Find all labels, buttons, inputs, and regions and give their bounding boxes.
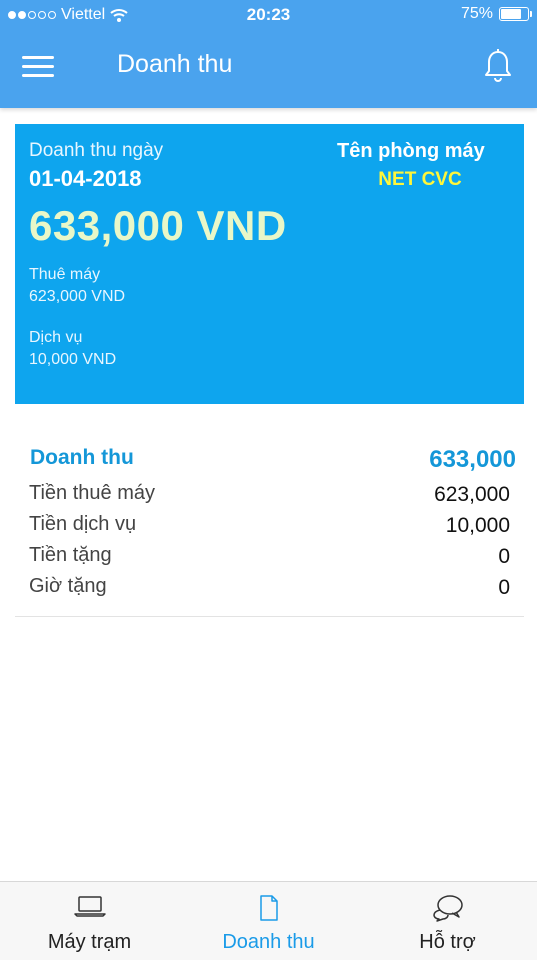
table-row: Tiền dịch vụ 10,000 [15,513,524,541]
row-label: Tiền thuê máy [29,482,155,504]
service-breakdown: Dịch vụ 10,000 VND [29,327,116,371]
notification-bell-icon[interactable] [483,48,513,84]
chat-bubbles-icon [432,895,463,922]
app-header: Doanh thu [0,30,537,108]
rental-breakdown: Thuê máy 623,000 VND [29,264,125,308]
table-row: Tiền thuê máy 623,000 [15,482,524,510]
room-label: Tên phòng máy [337,140,485,162]
table-row: Tiền tặng 0 [15,544,524,572]
summary-header-label: Doanh thu [30,446,134,469]
tab-label: Doanh thu [222,931,315,953]
room-name: NET CVC [378,169,462,190]
status-time: 20:23 [246,5,291,24]
tab-support[interactable]: Hỗ trợ [358,882,537,960]
row-value: 10,000 [445,514,510,537]
revenue-total: 633,000 VND [29,202,287,249]
service-value: 10,000 VND [29,351,117,368]
daily-revenue-label: Doanh thu ngày [29,140,164,161]
row-label: Tiền tặng [29,544,112,566]
page-title: Doanh thu [117,50,233,78]
tab-revenue[interactable]: Doanh thu [179,882,358,960]
laptop-icon [73,896,106,917]
row-label: Giờ tặng [29,575,107,597]
battery-icon [499,7,532,21]
rental-label: Thuê máy [29,266,101,283]
hamburger-menu-icon[interactable] [22,54,54,78]
rental-value: 623,000 VND [29,288,126,305]
summary-header-row: Doanh thu 633,000 [15,446,524,474]
battery-info: 75% [460,5,532,23]
tab-label: Máy trạm [47,931,132,953]
service-label: Dịch vụ [29,329,83,346]
row-label: Tiền dịch vụ [29,513,137,535]
row-value: 0 [498,576,510,599]
status-bar: Viettel 20:23 75% [0,0,537,30]
daily-revenue-card: Doanh thu ngày 01-04-2018 633,000 VND Th… [15,124,524,404]
row-value: 623,000 [434,483,510,506]
top-bar: Viettel 20:23 75% Doanh thu [0,0,537,108]
document-icon [259,895,278,921]
row-value: 0 [498,545,510,568]
revenue-date[interactable]: 01-04-2018 [29,166,142,192]
revenue-summary-table: Doanh thu 633,000 Tiền thuê máy 623,000 … [15,442,524,617]
tab-label: Hỗ trợ [419,931,476,953]
revenue-screen: Viettel 20:23 75% Doanh thu Doanh thu ng… [0,0,537,960]
summary-header-value: 633,000 [429,446,516,473]
bottom-tab-bar: Máy trạm Doanh thu Hỗ trợ [0,881,537,960]
table-row: Giờ tặng 0 [15,575,524,603]
tab-workstations[interactable]: Máy trạm [0,882,179,960]
battery-percent: 75% [460,5,493,22]
